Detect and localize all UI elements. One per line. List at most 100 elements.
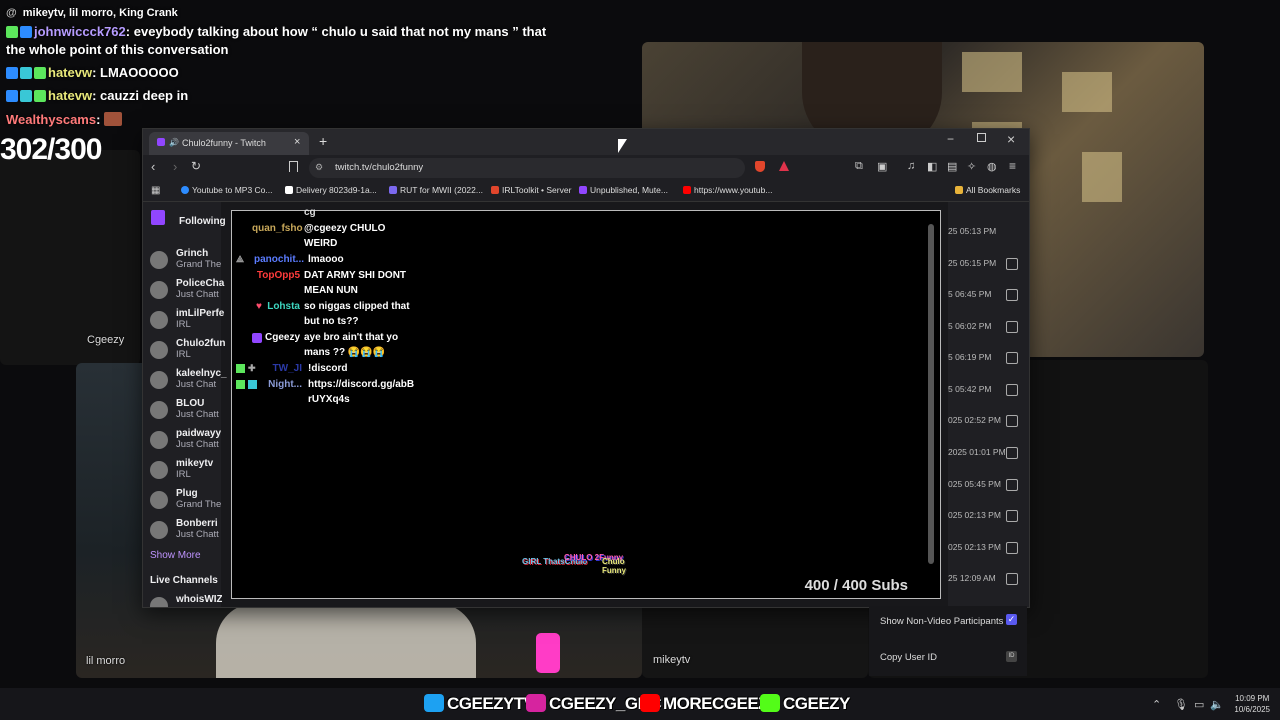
- youtube-icon: [640, 694, 660, 712]
- media-icon[interactable]: ♫: [907, 160, 915, 172]
- stream-chat-line: cg: [304, 207, 316, 218]
- speaker-icon[interactable]: 🔊: [169, 138, 179, 147]
- volume-icon[interactable]: 🔈: [1210, 698, 1224, 711]
- link-icon[interactable]: [1006, 542, 1018, 554]
- brave-shield-icon[interactable]: [755, 161, 765, 172]
- bookmark-icon[interactable]: [289, 161, 298, 172]
- avatar: [150, 371, 168, 389]
- sidebar-channel[interactable]: BLOU Just Chatt: [150, 398, 222, 426]
- vpn-icon[interactable]: ◍: [987, 160, 997, 173]
- sidebar-channel[interactable]: whoisWIZ: [150, 594, 222, 607]
- badge-icon: [6, 26, 18, 38]
- timestamp: 5 05:42 PM: [948, 384, 992, 394]
- system-clock[interactable]: 10:09 PM 10/6/2025: [1234, 693, 1270, 715]
- viewer-counter: 302/300: [0, 133, 102, 166]
- extensions-icon[interactable]: ⧉: [855, 160, 863, 173]
- sidebar-channel[interactable]: mikeytv IRL: [150, 458, 222, 486]
- checkbox-checked-icon[interactable]: ✓: [1006, 614, 1017, 625]
- sidebar-channel[interactable]: imLilPerfe IRL: [150, 308, 224, 336]
- badge-icon: [34, 90, 46, 102]
- timestamp: 2025 01:01 PM: [948, 447, 1006, 457]
- copy-user-id-label[interactable]: Copy User ID: [880, 652, 937, 663]
- bookmark-item[interactable]: Unpublished, Mute...: [579, 185, 668, 195]
- rewards-icon[interactable]: [779, 161, 789, 171]
- tile-label-mikeytv: mikeytv: [653, 654, 691, 666]
- scrollbar[interactable]: [928, 224, 934, 564]
- link-icon[interactable]: [1006, 289, 1018, 301]
- close-tab-icon[interactable]: ×: [294, 136, 300, 148]
- timestamp: 025 02:52 PM: [948, 415, 1001, 425]
- close-window-icon[interactable]: ×: [1007, 131, 1015, 147]
- network-icon[interactable]: ▭: [1194, 698, 1204, 711]
- overlay-chat-message: johnwiccck762: eveybody talking about ho…: [6, 24, 546, 39]
- wallet-icon[interactable]: ▤: [947, 160, 957, 173]
- show-non-video-label[interactable]: Show Non-Video Participants: [880, 616, 1003, 627]
- sidebar-channel[interactable]: paidwayy Just Chatt: [150, 428, 222, 456]
- timestamp: 5 06:02 PM: [948, 321, 992, 331]
- twitch-icon: [157, 138, 165, 146]
- youtube-handle: MORECGEEZY: [640, 694, 779, 714]
- twitch-logo-icon[interactable]: [151, 210, 165, 225]
- bookmark-item[interactable]: IRLToolkit • Server: [491, 185, 571, 195]
- address-bar[interactable]: ⚙ twitch.tv/chulo2funny: [309, 158, 745, 178]
- avatar: [150, 281, 168, 299]
- rut-icon: [389, 186, 397, 194]
- tab-title: Chulo2funny - Twitch: [182, 138, 266, 148]
- link-icon[interactable]: [1006, 479, 1018, 491]
- bookmarks-bar: ▦ Youtube to MP3 Co... Delivery 8023d9-1…: [143, 181, 1029, 202]
- link-icon[interactable]: [1006, 573, 1018, 585]
- sidebar-channel[interactable]: Plug Grand The: [150, 488, 222, 516]
- youtube-icon: [683, 186, 691, 194]
- forward-icon[interactable]: ›: [173, 159, 177, 174]
- bookmark-item[interactable]: https://www.youtub...: [683, 185, 772, 195]
- avatar: [150, 431, 168, 449]
- leo-ai-icon[interactable]: ✧: [967, 160, 976, 173]
- sidebar-toggle-icon[interactable]: ◧: [927, 160, 937, 173]
- kick-logo-text: Chulo Funny: [602, 557, 626, 575]
- video-player[interactable]: cg quan_fsho @cgeezy CHULO WEIRD ⟁ panoc…: [231, 207, 941, 599]
- timestamp: 5 06:19 PM: [948, 352, 992, 362]
- site-info-icon[interactable]: ⚙: [315, 162, 323, 173]
- link-icon[interactable]: [1006, 415, 1018, 427]
- overlay-chat-message: Wealthyscams:: [6, 112, 124, 127]
- link-icon[interactable]: [1006, 321, 1018, 333]
- link-icon[interactable]: [1006, 447, 1018, 459]
- apps-grid-icon[interactable]: ▦: [151, 185, 160, 196]
- sidebar-channel[interactable]: Chulo2fun IRL: [150, 338, 225, 366]
- sidebar-channel[interactable]: kaleelnyc_ Just Chat: [150, 368, 227, 396]
- reload-icon[interactable]: ↻: [191, 159, 201, 173]
- sidebar-channel[interactable]: Bonberri Just Chatt: [150, 518, 222, 546]
- sidebar-channel[interactable]: PoliceCha Just Chatt: [150, 278, 224, 306]
- tray-chevron-icon[interactable]: ⌃: [1152, 698, 1161, 711]
- following-label[interactable]: Following: [179, 216, 226, 227]
- sidebar-channel[interactable]: Grinch Grand The: [150, 248, 222, 276]
- link-icon[interactable]: [1006, 510, 1018, 522]
- bookmark-item[interactable]: Youtube to MP3 Co...: [181, 185, 273, 195]
- microphone-icon[interactable]: 🎙: [1174, 698, 1188, 711]
- link-icon[interactable]: [1006, 384, 1018, 396]
- link-icon[interactable]: [1006, 352, 1018, 364]
- bookmark-item[interactable]: RUT for MWII (2022...: [389, 185, 483, 195]
- minimize-icon[interactable]: −: [947, 132, 954, 146]
- new-tab-button[interactable]: +: [319, 133, 327, 149]
- id-icon[interactable]: ID: [1006, 651, 1017, 662]
- stream-logos: GIRL ThatsChulo CHULO 2Funny Chulo Funny: [522, 551, 637, 587]
- back-icon[interactable]: ‹: [151, 159, 155, 174]
- twitch-page: Following Grinch Grand The PoliceCha Just …: [143, 202, 1029, 607]
- participant-options-panel: Show Non-Video Participants ✓ Copy User …: [869, 606, 1027, 676]
- globe-icon: [181, 186, 189, 194]
- overlay-chat-message: hatevw: cauzzi deep in: [6, 88, 188, 103]
- url-text[interactable]: twitch.tv/chulo2funny: [335, 162, 423, 173]
- timestamp-list: 25 05:13 PM 25 05:15 PM 5 06:45 PM 5 06:…: [948, 202, 1029, 607]
- tab-chulo2funny[interactable]: 🔊 Chulo2funny - Twitch ×: [149, 132, 309, 155]
- followed-channels-sidebar: Following Grinch Grand The PoliceCha Just …: [143, 202, 227, 607]
- avatar: [150, 341, 168, 359]
- doc-icon: [285, 186, 293, 194]
- link-icon[interactable]: [1006, 258, 1018, 270]
- bookmark-item[interactable]: Delivery 8023d9-1a...: [285, 185, 377, 195]
- maximize-icon[interactable]: [977, 133, 986, 142]
- show-more-link[interactable]: Show More: [150, 550, 201, 561]
- all-bookmarks[interactable]: All Bookmarks: [955, 185, 1020, 195]
- reader-icon[interactable]: ▣: [877, 160, 887, 173]
- menu-icon[interactable]: ≡: [1009, 159, 1016, 173]
